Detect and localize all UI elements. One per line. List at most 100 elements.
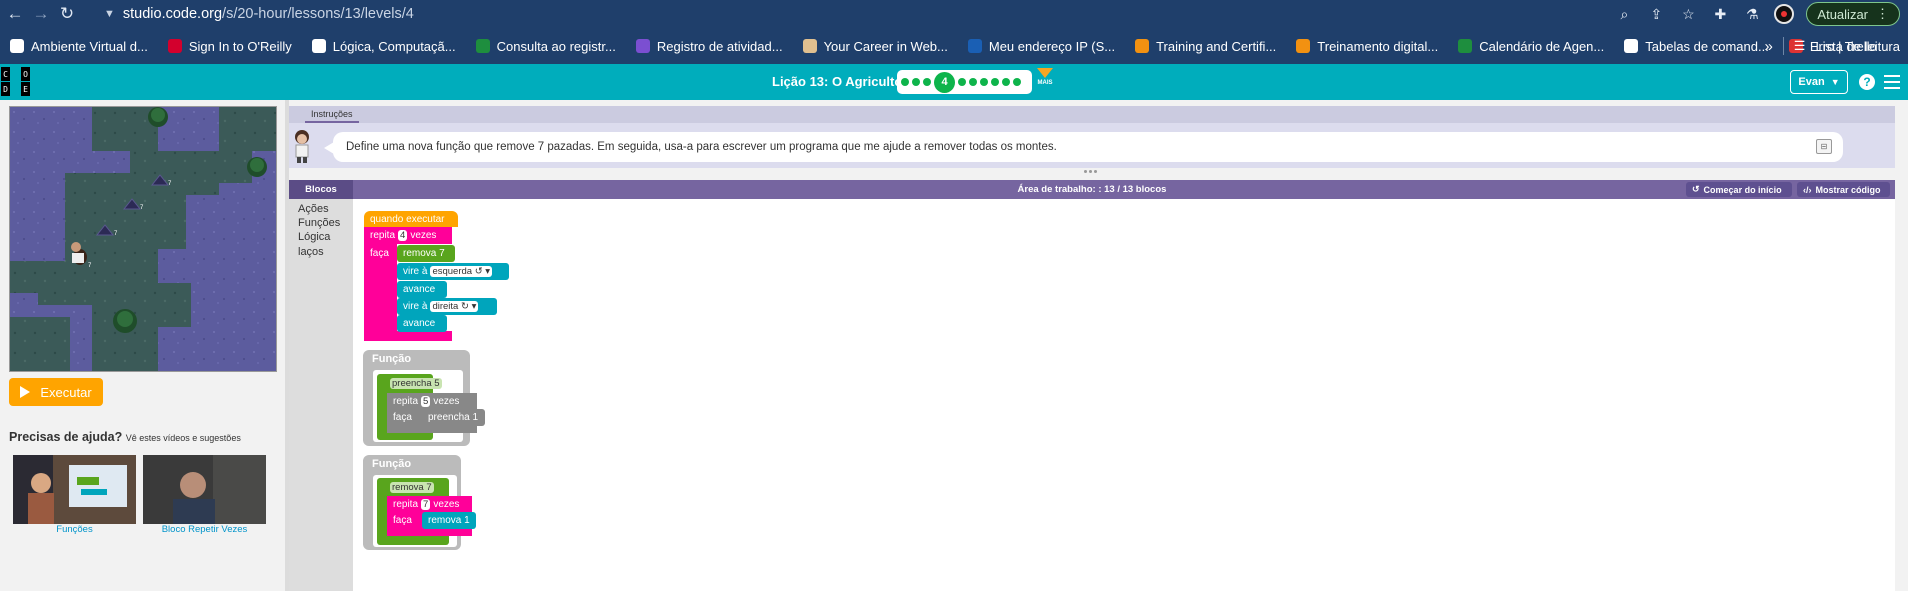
address-bar[interactable]: ▼ studio.code.org/s/20-hour/lessons/13/l… xyxy=(104,3,1729,25)
function-label: Função xyxy=(366,457,446,471)
block-label: faça xyxy=(393,411,412,423)
bookmark-item[interactable]: Tabelas de comand... xyxy=(1614,32,1779,60)
logo-letter: C xyxy=(1,67,10,81)
more-label: MAIS xyxy=(1037,80,1053,86)
bookmark-label: Training and Certifi... xyxy=(1156,38,1277,54)
bookmark-item[interactable]: Treinamento digital... xyxy=(1286,32,1448,60)
block-label: repita xyxy=(393,395,419,407)
bookmark-item[interactable]: Lógica, Computaçã... xyxy=(302,32,466,60)
video-label[interactable]: Bloco Repetir Vezes xyxy=(143,524,266,535)
call-remove7-block[interactable]: remova 7 xyxy=(397,245,455,262)
repeat-count-field[interactable]: 7 xyxy=(421,498,431,510)
turn-left-block[interactable]: vire à esquerda ↺ ▾ xyxy=(397,263,509,280)
call-remove1-block[interactable]: remova 1 xyxy=(422,512,476,529)
zoom-icon[interactable]: ⌕ xyxy=(1610,0,1638,28)
bookmark-favicon-icon xyxy=(10,39,24,53)
instructions-tab-bar xyxy=(289,106,1895,123)
bookmark-item[interactable]: Training and Certifi... xyxy=(1125,32,1286,60)
hamburger-menu-icon[interactable] xyxy=(1884,75,1900,89)
category-actions[interactable]: Ações xyxy=(298,203,329,215)
help-icon[interactable]: ? xyxy=(1859,74,1875,90)
bookmark-star-icon[interactable]: ☆ xyxy=(1674,0,1702,28)
repeat-count-field[interactable]: 4 xyxy=(398,230,408,241)
reload-icon[interactable]: ↻ xyxy=(54,0,80,28)
start-over-label: Começar do início xyxy=(1703,184,1782,195)
forward-block[interactable]: avance xyxy=(397,315,447,332)
bookmark-item[interactable]: Meu endereço IP (S... xyxy=(958,32,1125,60)
bookmark-item[interactable]: Ambiente Virtual d... xyxy=(0,32,158,60)
level-dot[interactable] xyxy=(1002,78,1010,86)
category-logic[interactable]: Lógica xyxy=(298,231,330,243)
bookmark-favicon-icon xyxy=(1624,39,1639,53)
block-label: vezes xyxy=(433,498,460,510)
user-menu-button[interactable]: Evan ▼ xyxy=(1790,70,1848,94)
show-code-button[interactable]: ‹/› Mostrar código xyxy=(1797,182,1890,197)
user-name: Evan xyxy=(1798,76,1825,88)
level-dot[interactable] xyxy=(958,78,966,86)
level-dot[interactable] xyxy=(991,78,999,86)
function-name-field[interactable]: remova 7 xyxy=(390,481,434,493)
back-icon[interactable]: ← xyxy=(2,0,28,28)
repeat-header[interactable]: repita 5 vezes xyxy=(387,393,477,409)
start-over-button[interactable]: ↺ Começar do início xyxy=(1686,182,1792,197)
bookmarks-bar: Ambiente Virtual d... Sign In to O'Reilly… xyxy=(0,28,1908,64)
video-thumbnail-repeat[interactable] xyxy=(143,455,266,524)
level-dot[interactable] xyxy=(901,78,909,86)
run-label: Executar xyxy=(40,384,92,400)
extensions-icon[interactable]: ✚ xyxy=(1706,0,1734,28)
bookmark-item[interactable]: Your Career in Web... xyxy=(793,32,958,60)
function-name-remove7[interactable]: remova 7 xyxy=(381,480,441,494)
bookmark-item[interactable]: Consulta ao registr... xyxy=(466,32,626,60)
bookmark-item[interactable]: Sign In to O'Reilly xyxy=(158,32,302,60)
toolbox-header: Blocos xyxy=(289,180,353,199)
category-loops[interactable]: laços xyxy=(298,246,324,258)
more-levels-button[interactable]: MAIS xyxy=(1036,68,1054,86)
tab-instructions[interactable]: Instruções xyxy=(305,106,359,123)
category-functions[interactable]: Funções xyxy=(298,217,340,229)
level-dot[interactable] xyxy=(912,78,920,86)
bookmark-item[interactable]: Calendário de Agen... xyxy=(1448,32,1614,60)
bookmarks-more-icon[interactable]: » xyxy=(1764,38,1772,55)
when-run-block[interactable]: quando executar xyxy=(364,211,458,227)
block-label: Função xyxy=(372,353,412,365)
direction-dropdown[interactable]: direita ↻ ▾ xyxy=(430,301,479,312)
code-org-logo[interactable]: C O D E xyxy=(1,67,30,96)
bookmark-item[interactable]: Registro de atividad... xyxy=(626,32,793,60)
repeat-header[interactable]: repita 7 vezes xyxy=(387,496,472,512)
bookmark-favicon-icon xyxy=(1458,39,1473,53)
browser-toolbar: ← → ↻ ▼ studio.code.org/s/20-hour/lesson… xyxy=(0,0,1908,28)
run-button[interactable]: Executar xyxy=(9,378,103,406)
share-icon[interactable]: ⇪ xyxy=(1642,0,1670,28)
repeat-count-field[interactable]: 5 xyxy=(421,395,431,407)
level-dot[interactable] xyxy=(1013,78,1021,86)
turn-right-block[interactable]: vire à direita ↻ ▾ xyxy=(397,298,497,315)
bookmark-favicon-icon xyxy=(1135,39,1150,53)
block-label: Função xyxy=(372,458,412,470)
level-dot[interactable] xyxy=(980,78,988,86)
function-name-fill5[interactable]: preencha 5 xyxy=(381,376,442,390)
blockly-workspace[interactable] xyxy=(353,199,1895,591)
video-label[interactable]: Funções xyxy=(13,524,136,535)
repeat-header[interactable]: repita 4 vezes xyxy=(364,227,452,244)
direction-dropdown[interactable]: esquerda ↺ ▾ xyxy=(430,266,493,277)
level-dot[interactable] xyxy=(923,78,931,86)
help-heading: Precisas de ajuda? Vê estes vídeos e sug… xyxy=(9,430,241,444)
collapse-instructions-icon[interactable]: ⊟ xyxy=(1816,139,1832,154)
forward-icon[interactable]: → xyxy=(28,0,54,28)
site-info-icon[interactable]: ▼ xyxy=(104,8,115,20)
labs-icon[interactable]: ⚗ xyxy=(1738,0,1766,28)
bookmark-label: Calendário de Agen... xyxy=(1479,38,1605,54)
resize-grip-icon[interactable] xyxy=(1083,170,1097,174)
level-dot[interactable] xyxy=(969,78,977,86)
do-label: faça xyxy=(364,246,394,260)
video-thumbnail-functions[interactable] xyxy=(13,455,136,524)
call-fill1-block[interactable]: preencha 1 xyxy=(422,409,485,426)
reading-list-button[interactable]: Lista de leitura xyxy=(1815,39,1900,54)
update-button[interactable]: Atualizar ⋮ xyxy=(1806,2,1900,26)
block-label: faça xyxy=(370,247,389,259)
more-menu-icon: ⋮ xyxy=(1876,6,1889,21)
function-name-field[interactable]: preencha 5 xyxy=(390,377,442,389)
current-level-dot[interactable]: 4 xyxy=(934,71,955,93)
profile-avatar[interactable] xyxy=(1770,0,1798,28)
forward-block[interactable]: avance xyxy=(397,281,447,298)
